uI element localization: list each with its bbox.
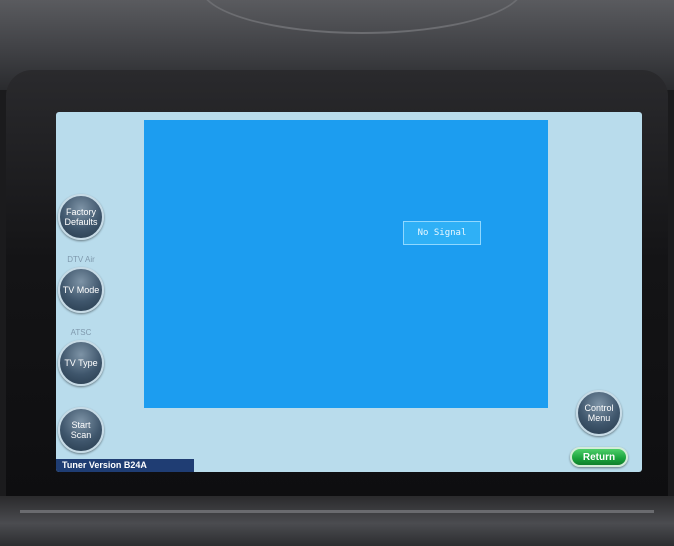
tv-mode-button[interactable]: TV Mode — [58, 267, 104, 313]
factory-defaults-label-line1: Factory — [65, 207, 96, 217]
return-button[interactable]: Return — [570, 447, 628, 467]
control-menu-label-line2: Menu — [587, 413, 611, 423]
start-scan-label-line2: Scan — [70, 430, 92, 440]
tv-type-button[interactable]: TV Type — [58, 340, 104, 386]
start-scan-label-line1: Start — [71, 420, 91, 430]
start-scan-button[interactable]: Start Scan — [58, 407, 104, 453]
tv-mode-caption: DTV Air — [67, 255, 95, 264]
control-menu-button[interactable]: Control Menu — [576, 390, 622, 436]
tv-type-label: TV Type — [64, 358, 98, 368]
device-bezel-bottom — [0, 496, 674, 546]
video-preview: No Signal — [144, 120, 548, 408]
no-signal-label: No Signal — [403, 221, 481, 245]
return-label: Return — [582, 451, 616, 463]
tv-mode-label: TV Mode — [62, 285, 100, 295]
touch-screen: No Signal Factory Defaults DTV Air TV Mo… — [56, 112, 642, 472]
factory-defaults-button[interactable]: Factory Defaults — [58, 194, 104, 240]
device-dome — [200, 0, 524, 34]
bezel-stripe — [20, 510, 654, 513]
tuner-version-bar: Tuner Version B24A — [56, 459, 194, 472]
tv-type-caption: ATSC — [70, 328, 92, 337]
control-menu-label-line1: Control — [584, 403, 614, 413]
factory-defaults-label-line2: Defaults — [64, 217, 98, 227]
